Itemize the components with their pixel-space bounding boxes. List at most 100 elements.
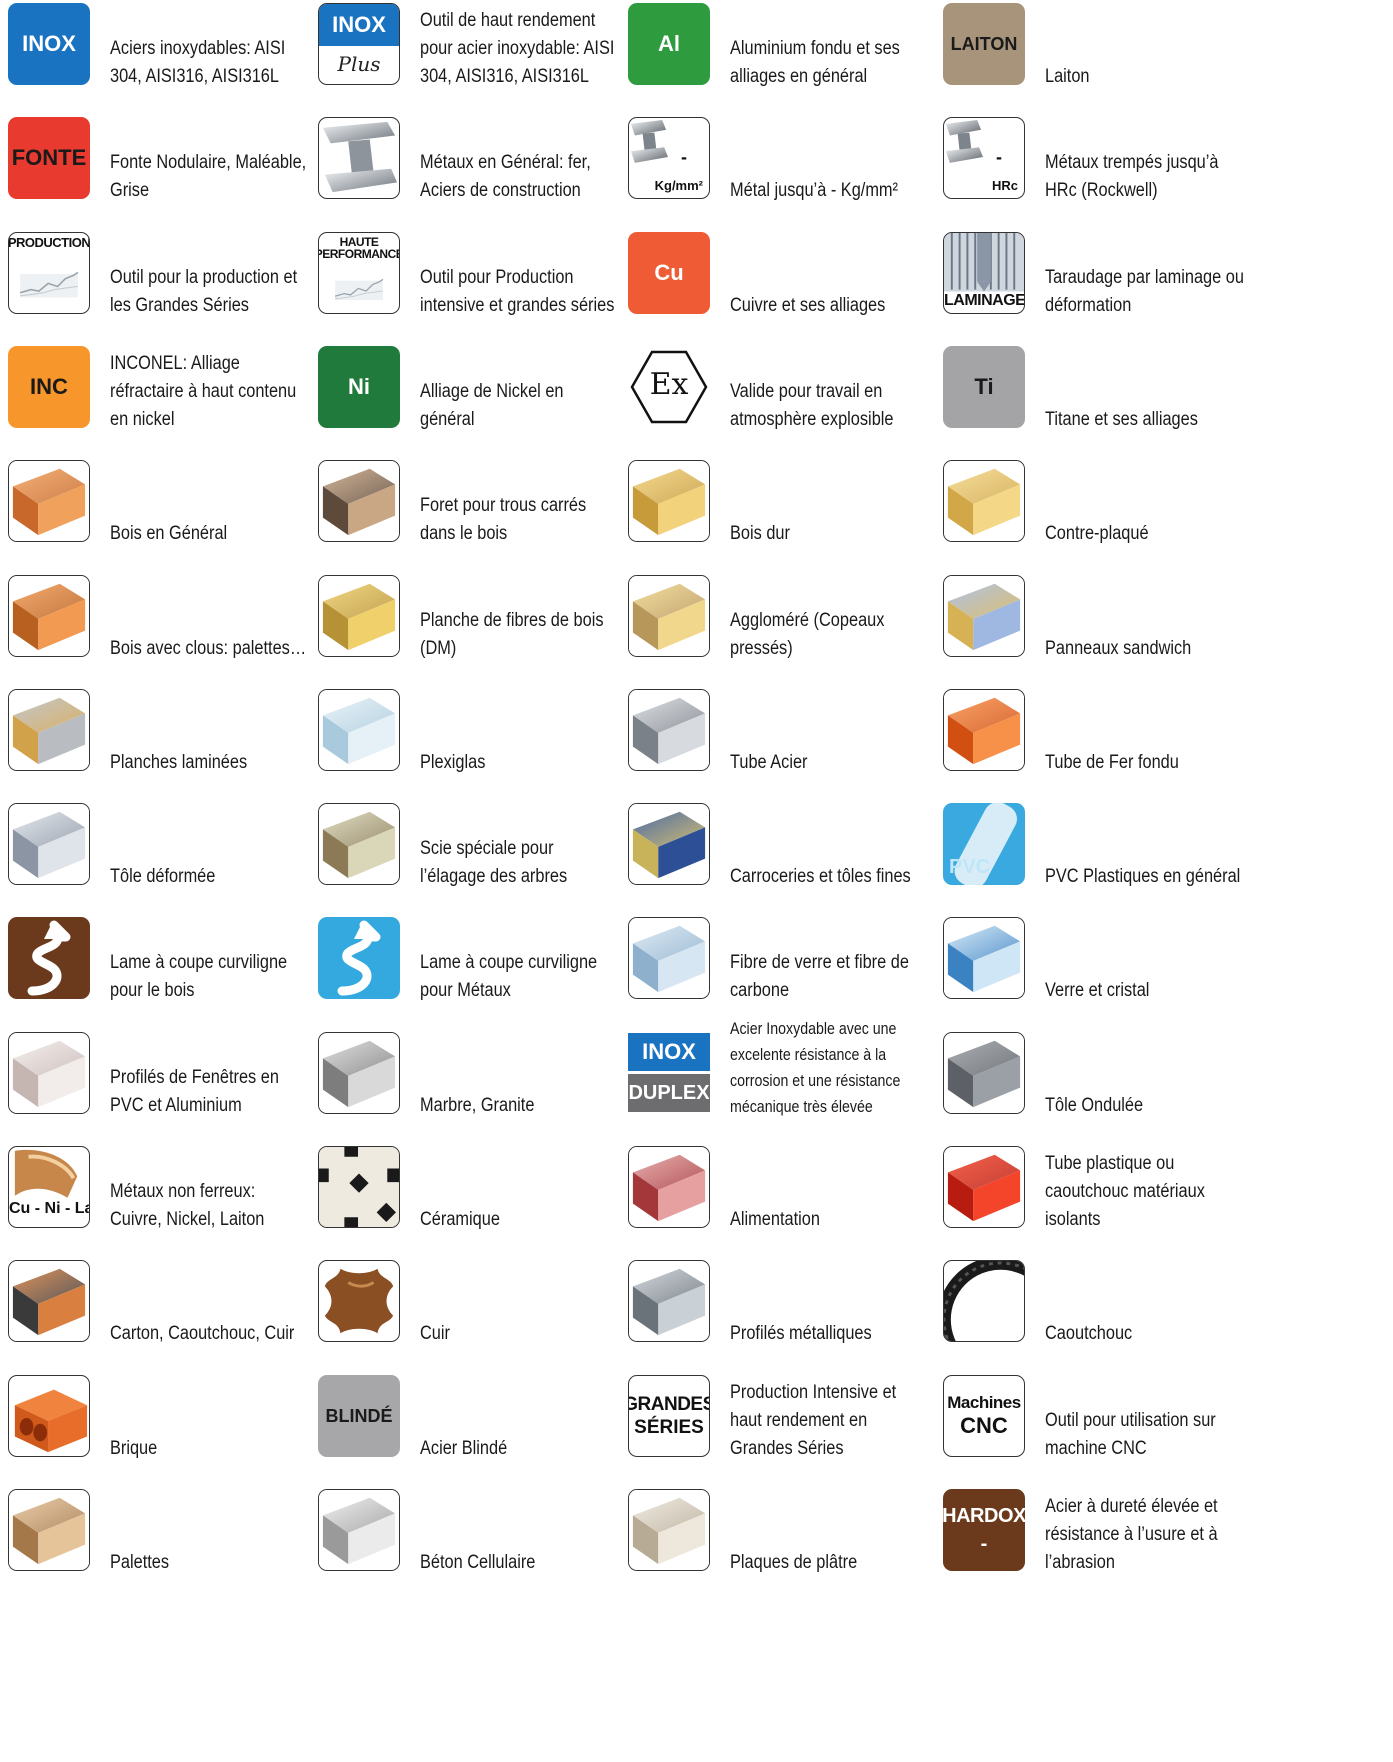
inconel-badge-icon: INC (8, 345, 90, 428)
hardox-value: - (980, 1532, 988, 1555)
cast-iron-tube-icon (943, 688, 1025, 771)
legend-label: Cuir (420, 1323, 450, 1345)
legend-item: Planche de fibres de bois (DM) (310, 573, 658, 701)
legend-item: Bois avec clous: palettes… (0, 573, 348, 701)
legend-label: Verre et cristal (1045, 980, 1150, 1002)
legend-label: Acier Blindé (420, 1437, 508, 1459)
legend-label: Aggloméré (Copeaux pressés) (730, 609, 885, 659)
legend-item: Cuir (310, 1258, 658, 1386)
badge-text: INOX (22, 31, 76, 56)
ceramic-tiles-icon (318, 1146, 400, 1228)
legend-label: Métaux trempés jusqu’à HRc (Rockwell) (1045, 152, 1219, 202)
value-dash: - (681, 147, 687, 168)
legend-label: Marbre, Granite (420, 1094, 535, 1116)
legend-label: Foret pour trous carrés dans le bois (420, 495, 587, 545)
legend-item: BLINDÉ Acier Blindé (310, 1373, 658, 1501)
badge-text: FONTE (11, 145, 87, 171)
legend-item: INC INCONEL: Alliage réfractaire à haut c… (0, 344, 348, 472)
legend-item: Caoutchouc (935, 1258, 1283, 1386)
legend-label: Outil pour Production intensive et grand… (420, 266, 615, 316)
metal-strength-kgmm2-icon: - Kg/mm² (628, 117, 710, 200)
legend-item: Tube Acier (620, 687, 968, 815)
legend-label: Panneaux sandwich (1045, 637, 1192, 659)
textbox-line1: Machines (947, 1393, 1021, 1413)
legend-item: Al Aluminium fondu et ses alliages en gén… (620, 1, 968, 129)
pvc-text: PVC (949, 856, 991, 879)
legend-item: GRANDESSÉRIES Production Intensive et hau… (620, 1373, 968, 1501)
grandes-series-badge-icon: GRANDESSÉRIES (628, 1374, 710, 1457)
unit-text: Kg/mm² (654, 178, 703, 194)
legend-label: Cuivre et ses alliages (730, 294, 886, 316)
legend-item: Tube plastique ou caoutchouc matériaux i… (935, 1144, 1283, 1272)
curved-cut-metal-icon (318, 917, 400, 1000)
glass-crystal-icon (943, 917, 1025, 1000)
laminated-board-icon (8, 688, 90, 771)
legend-label: Alliage de Nickel en général (420, 380, 564, 430)
legend-item: Ti Titane et ses alliages (935, 344, 1283, 472)
hardwood-icon (628, 460, 710, 543)
legend-item: LAMINAGE Taraudage par laminage ou déform… (935, 230, 1283, 358)
legend-label: Céramique (420, 1209, 500, 1230)
hardox-text: HARDOX (943, 1504, 1025, 1527)
legend-item: Ex Valide pour travail en atmosphère expl… (620, 344, 968, 472)
inox-duplex-badge-icon: INOX DUPLEX (628, 1031, 710, 1114)
legend-item: Béton Cellulaire (310, 1487, 658, 1615)
legend-item: Alimentation (620, 1144, 968, 1272)
plexiglass-tube-icon (318, 688, 400, 771)
fonte-badge-icon: FONTE (8, 117, 90, 200)
square-hole-drill-icon (318, 460, 400, 543)
chart-title-text: HAUTE PERFORMANCE (318, 234, 400, 261)
legend-item: INOX DUPLEX Acier Inoxydable avec une exce… (620, 1020, 968, 1158)
legend-label: Profilés métalliques (730, 1323, 872, 1345)
legend-item: Plaques de plâtre (620, 1487, 968, 1615)
steel-tube-icon (628, 688, 710, 771)
unit-text: HRc (991, 178, 1018, 194)
car-body-sheet-icon (628, 803, 710, 886)
inox-plus-badge-icon: INOX Plus (318, 3, 400, 85)
textbox-line1: GRANDES (629, 1393, 710, 1415)
rubber-tire-icon (943, 1260, 1025, 1343)
textbox-line2: SÉRIES (634, 1416, 704, 1438)
legend-item: LAITON Laiton (935, 1, 1283, 129)
brick-icon (8, 1374, 90, 1457)
food-meat-icon (628, 1146, 710, 1228)
plus-text: Plus (337, 52, 381, 76)
legend-item: Bois en Général (0, 458, 348, 586)
legend-label: Lame à coupe curviligne pour Métaux (420, 952, 598, 1002)
badge-text: INC (30, 373, 68, 399)
legend-label: Bois en Général (110, 523, 228, 545)
legend-item: Tube de Fer fondu (935, 687, 1283, 815)
legend-label: Alimentation (730, 1209, 820, 1230)
legend-item: Contre-plaqué (935, 458, 1283, 586)
pruning-saw-icon (318, 803, 400, 886)
badge-text: BLINDÉ (325, 1405, 393, 1426)
legend-item: Ni Alliage de Nickel en général (310, 344, 658, 472)
duplex-text: DUPLEX (628, 1082, 710, 1105)
legend-item: Cu Cuivre et ses alliages (620, 230, 968, 358)
legend-label: Tube de Fer fondu (1045, 751, 1179, 773)
legend-label: Plexiglas (420, 751, 486, 773)
badge-text: LAITON (950, 34, 1018, 54)
steel-beam-icon (318, 117, 400, 200)
legend-item: Carton, Caoutchouc, Cuir (0, 1258, 348, 1386)
legend-label: Scie spéciale pour l’élagage des arbres (420, 838, 568, 888)
window-profile-icon (8, 1031, 90, 1114)
legend-item: FONTE Fonte Nodulaire, Maléable, Grise (0, 115, 348, 243)
bent-sheet-icon (8, 803, 90, 886)
legend-label: Carroceries et tôles fines (730, 866, 911, 888)
laiton-badge-icon: LAITON (943, 3, 1025, 85)
legend-item: Tôle déformée (0, 801, 348, 929)
cnc-machines-badge-icon: Machines CNC (943, 1374, 1025, 1457)
cellular-concrete-icon (318, 1488, 400, 1571)
legend-item: Profilés métalliques (620, 1258, 968, 1386)
legend-label: Tôle Ondulée (1045, 1094, 1144, 1116)
legend-item: Panneaux sandwich (935, 573, 1283, 701)
legend-label: Acier à dureté élevée et résistance à l’… (1045, 1495, 1218, 1573)
legend-item: - HRc Métaux trempés jusqu’à HRc (Rockwell… (935, 115, 1283, 243)
legend-label: Production Intensive et haut rendement e… (730, 1381, 897, 1459)
badge-text: Cu (654, 259, 684, 285)
pvc-tube-icon: PVC (943, 803, 1025, 886)
non-ferrous-metals-icon: Cu - Ni - La (8, 1146, 90, 1228)
legend-item: Brique (0, 1373, 348, 1501)
fiberglass-carbon-icon (628, 917, 710, 1000)
